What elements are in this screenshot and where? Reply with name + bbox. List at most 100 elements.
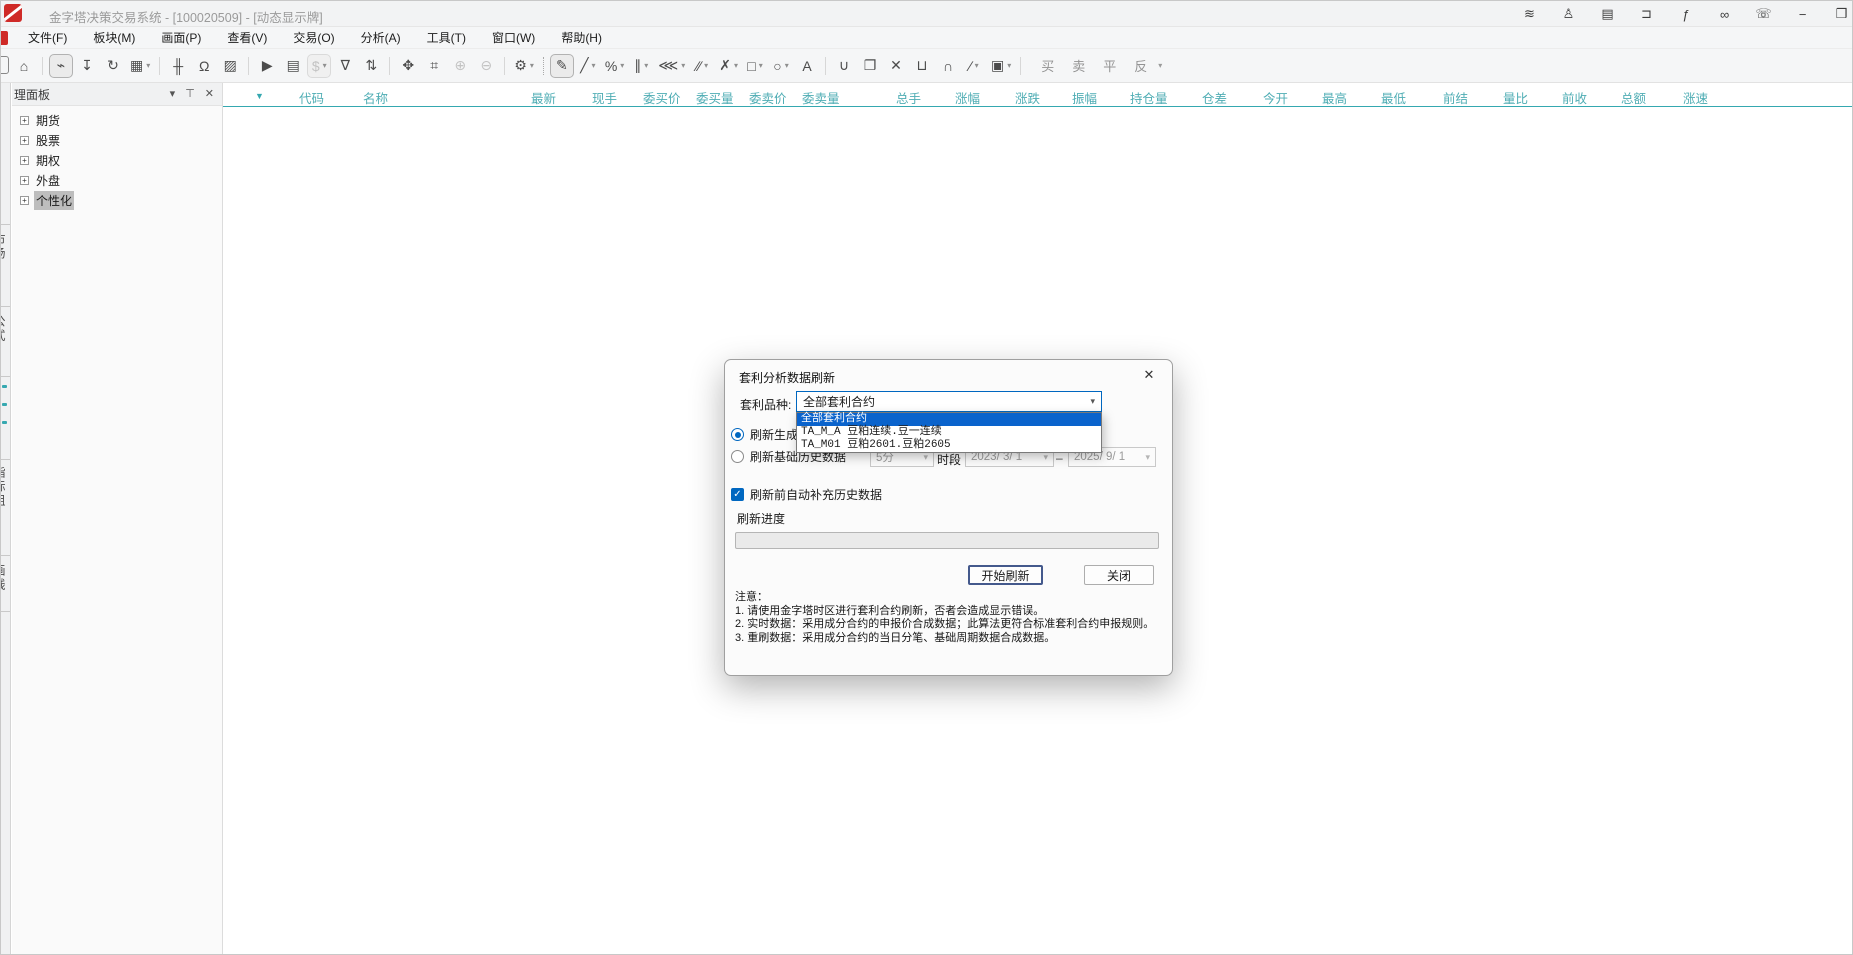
parallel-hatch-icon[interactable]: ∕∕: [690, 54, 714, 78]
column-header-2[interactable]: 最新: [531, 88, 556, 107]
edge-tab-0[interactable]: 市场: [1, 233, 8, 261]
column-header-10[interactable]: 涨跌: [1015, 88, 1040, 107]
filter-icon[interactable]: ∇: [333, 54, 357, 78]
column-header-7[interactable]: 委卖量: [802, 88, 840, 107]
tree-item-0[interactable]: 期货: [12, 110, 222, 130]
trend-line-icon[interactable]: ╱: [576, 54, 600, 78]
report-icon[interactable]: ▤: [281, 54, 305, 78]
move-icon[interactable]: ✥: [396, 54, 420, 78]
cross-lines-icon[interactable]: ✗: [716, 54, 741, 78]
collapse-icon[interactable]: ▾: [170, 89, 176, 100]
expand-icon[interactable]: [20, 136, 29, 145]
column-header-15[interactable]: 最高: [1322, 88, 1347, 107]
expand-icon[interactable]: [20, 156, 29, 165]
auto-fill-checkbox-row[interactable]: 刷新前自动补充历史数据: [731, 486, 882, 503]
menu-item-8[interactable]: 帮助(H): [548, 27, 615, 49]
edge-tab-1[interactable]: 公式: [1, 315, 8, 343]
column-header-14[interactable]: 今开: [1263, 88, 1288, 107]
start-refresh-button[interactable]: 开始刷新: [968, 565, 1043, 585]
column-header-0[interactable]: 代码: [299, 88, 324, 107]
close-button[interactable]: 关闭: [1084, 565, 1154, 585]
pen-icon[interactable]: ✎: [550, 54, 574, 78]
zoom-out-icon[interactable]: ⊖: [474, 54, 498, 78]
refresh-icon[interactable]: ↻: [101, 54, 125, 78]
column-header-5[interactable]: 委买量: [696, 88, 734, 107]
column-header-12[interactable]: 持仓量: [1130, 88, 1168, 107]
radio-on-icon[interactable]: [731, 428, 744, 441]
formula-icon[interactable]: ƒ: [1677, 6, 1694, 23]
menu-item-2[interactable]: 画面(P): [148, 27, 214, 49]
arbitrage-type-combobox[interactable]: 全部套利合约 ▾: [796, 391, 1102, 412]
lock-icon[interactable]: ∩: [936, 54, 960, 78]
column-header-9[interactable]: 涨幅: [955, 88, 980, 107]
trade-overflow-icon[interactable]: ▾: [1158, 61, 1162, 70]
column-filter-icon[interactable]: ▼: [255, 91, 264, 101]
dialog-close-icon[interactable]: ✕: [1140, 367, 1158, 383]
trade-button-0[interactable]: 买: [1032, 56, 1063, 75]
refresh-generate-radio-row[interactable]: 刷新生成: [731, 426, 798, 443]
column-header-11[interactable]: 振幅: [1072, 88, 1097, 107]
rect-tool-icon[interactable]: □: [743, 54, 767, 78]
menu-item-4[interactable]: 交易(O): [280, 27, 347, 49]
plugin-icon[interactable]: ∞: [1716, 6, 1733, 23]
column-header-19[interactable]: 前收: [1562, 88, 1587, 107]
column-header-4[interactable]: 委买价: [643, 88, 681, 107]
percent-line-icon[interactable]: %: [602, 54, 627, 78]
column-header-13[interactable]: 仓差: [1202, 88, 1227, 107]
clear-icon[interactable]: ⌗: [422, 54, 446, 78]
user-icon[interactable]: ♙: [1560, 6, 1577, 23]
dollar-icon[interactable]: $: [307, 54, 331, 78]
tree-item-3[interactable]: 外盘: [12, 170, 222, 190]
maximize-icon[interactable]: ❒: [1833, 6, 1850, 23]
trade-button-1[interactable]: 卖: [1063, 56, 1094, 75]
magnet-icon[interactable]: ∪: [832, 54, 856, 78]
line-style-icon[interactable]: ∕: [962, 54, 986, 78]
support-icon[interactable]: ☏: [1755, 6, 1772, 23]
trade-button-3[interactable]: 反: [1125, 56, 1156, 75]
column-header-18[interactable]: 量比: [1503, 88, 1528, 107]
home-icon[interactable]: ⌂: [12, 54, 36, 78]
cart-icon[interactable]: ⊐: [1638, 6, 1655, 23]
trash-icon[interactable]: ⊔: [910, 54, 934, 78]
menu-item-0[interactable]: 文件(F): [15, 27, 80, 49]
fan-lines-icon[interactable]: ⋘: [655, 54, 688, 78]
column-header-21[interactable]: 涨速: [1683, 88, 1708, 107]
delete-icon[interactable]: ✕: [884, 54, 908, 78]
tree-item-1[interactable]: 股票: [12, 130, 222, 150]
layout-grid-icon[interactable]: ▦: [127, 54, 153, 78]
column-header-1[interactable]: 名称: [363, 88, 388, 107]
trade-button-2[interactable]: 平: [1094, 56, 1125, 75]
close-icon[interactable]: ✕: [205, 89, 214, 100]
dropdown-option-1[interactable]: TA_M_A 豆粕连续.豆一连续: [797, 426, 1101, 439]
tree-item-2[interactable]: 期权: [12, 150, 222, 170]
circle-tool-icon[interactable]: ○: [769, 54, 793, 78]
expand-icon[interactable]: [20, 176, 29, 185]
alert-bell-icon[interactable]: Ω: [192, 54, 216, 78]
settings-gear-icon[interactable]: ⚙: [511, 54, 537, 78]
zoom-in-icon[interactable]: ⊕: [448, 54, 472, 78]
vertical-lines-icon[interactable]: ∥: [629, 54, 653, 78]
menu-item-5[interactable]: 分析(A): [348, 27, 414, 49]
column-header-20[interactable]: 总额: [1621, 88, 1646, 107]
column-header-16[interactable]: 最低: [1381, 88, 1406, 107]
column-header-8[interactable]: 总手: [896, 88, 921, 107]
download-icon[interactable]: ↧: [75, 54, 99, 78]
dropdown-option-0[interactable]: 全部套利合约: [797, 413, 1101, 426]
column-header-6[interactable]: 委卖价: [749, 88, 787, 107]
feed-icon[interactable]: ≋: [1521, 6, 1538, 23]
radio-off-icon[interactable]: [731, 450, 744, 463]
pin-icon[interactable]: ⊤: [185, 89, 195, 100]
edge-tab-2[interactable]: 指标组: [1, 466, 8, 508]
minimize-icon[interactable]: −: [1794, 6, 1811, 23]
menu-item-3[interactable]: 查看(V): [214, 27, 280, 49]
play-icon[interactable]: ▶: [255, 54, 279, 78]
sort-icon[interactable]: ⇅: [359, 54, 383, 78]
chart-image-icon[interactable]: ▨: [218, 54, 242, 78]
menu-item-1[interactable]: 板块(M): [80, 27, 148, 49]
link-icon[interactable]: ⌁: [49, 54, 73, 78]
tree-item-4[interactable]: 个性化: [12, 190, 222, 210]
menu-item-6[interactable]: 工具(T): [414, 27, 479, 49]
expand-icon[interactable]: [20, 196, 29, 205]
copy-icon[interactable]: ❐: [858, 54, 882, 78]
news-icon[interactable]: ▤: [1599, 6, 1616, 23]
